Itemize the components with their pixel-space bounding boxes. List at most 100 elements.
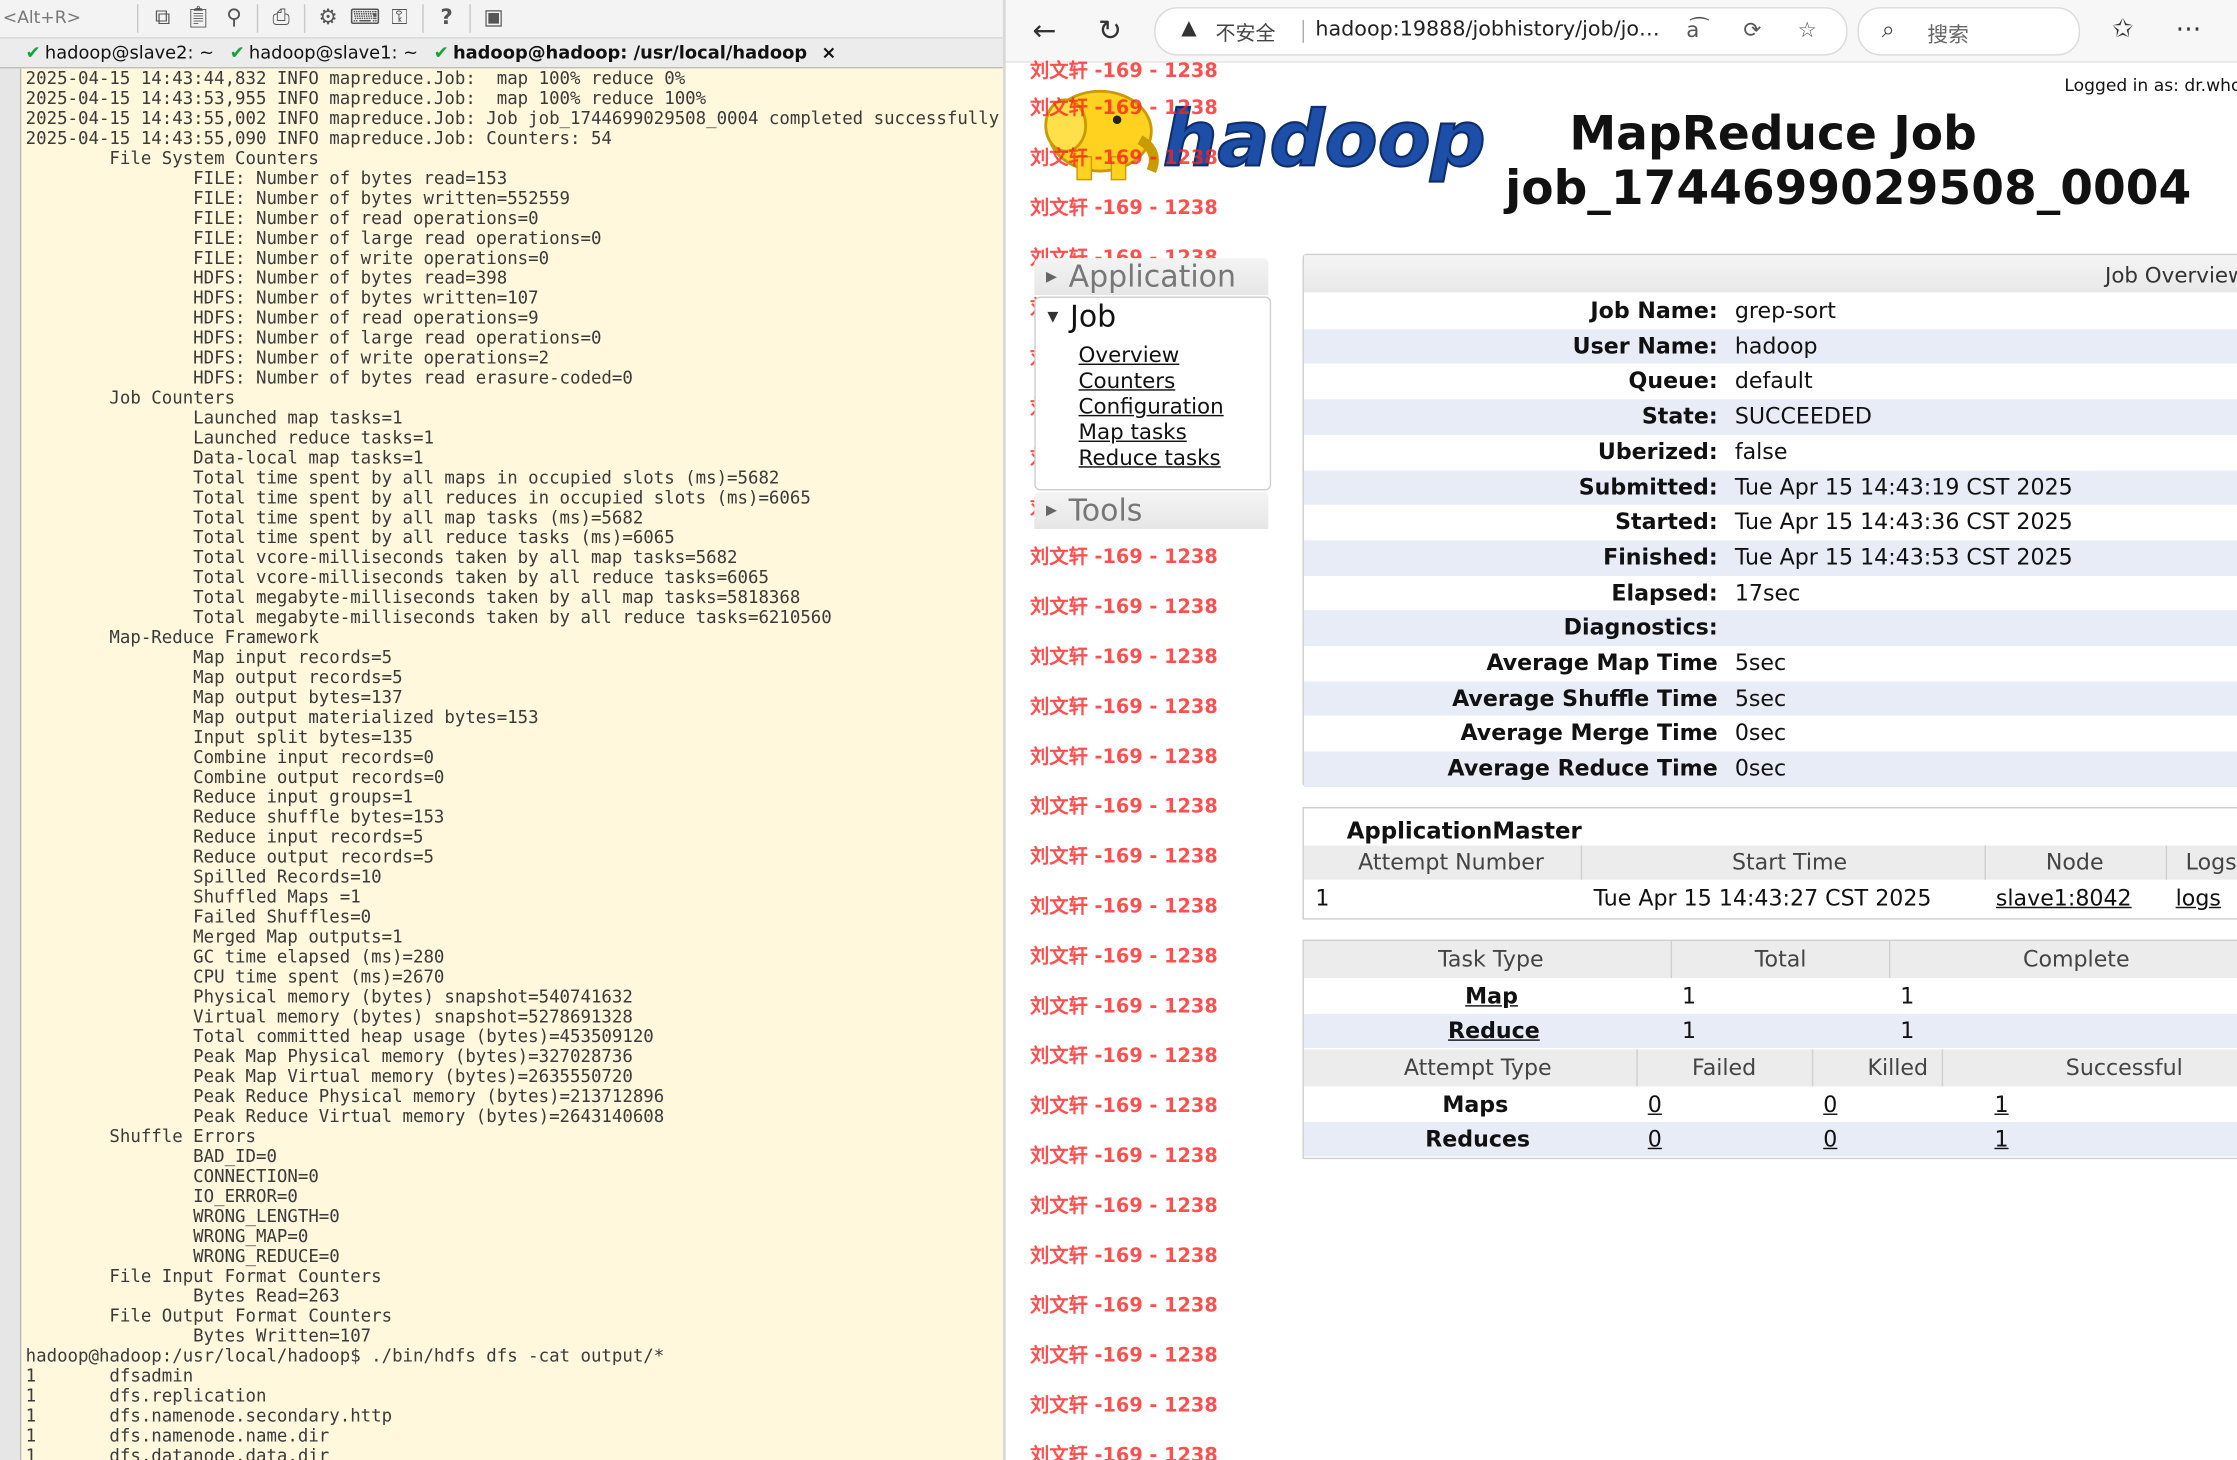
column-header-logs[interactable]: Logs xyxy=(2186,850,2237,876)
task-complete: 1 xyxy=(1900,983,1915,1010)
watermark: 刘文轩 -169 - 1238 xyxy=(1030,146,1218,170)
overview-value: Tue Apr 15 14:43:19 CST 2025 xyxy=(1734,474,2073,500)
watermark: 刘文轩 -169 - 1238 xyxy=(1030,895,1218,919)
nav-application[interactable]: ▶ Application xyxy=(1034,258,1269,296)
favorite-star-icon[interactable]: ☆ xyxy=(1798,17,1817,43)
overview-row: Queue: default xyxy=(1304,364,2237,399)
tab-label: hadoop@slave2: ~ xyxy=(44,41,215,63)
column-divider xyxy=(1670,941,1673,979)
watermark: 刘文轩 -169 - 1238 xyxy=(1030,745,1218,769)
tasks-panel: Task Type Total Complete Map 1 1 Reduce … xyxy=(1302,939,2237,1160)
nav-link-overview[interactable]: Overview xyxy=(1079,342,1180,368)
task-row: Reduce 1 1 xyxy=(1303,1013,2237,1048)
watermark: 刘文轩 -169 - 1238 xyxy=(1030,1045,1218,1068)
overview-row: Uberized: false xyxy=(1304,435,2237,470)
settings-gear-icon[interactable]: ⚙ xyxy=(314,3,343,32)
close-tab-icon[interactable]: × xyxy=(821,41,836,62)
nav-tools[interactable]: ▶ Tools xyxy=(1034,491,1269,529)
job-overview-title: Job Overview xyxy=(2105,262,2237,289)
node-link[interactable]: slave1:8042 xyxy=(1996,885,2132,911)
alt-shortcut-label: <Alt+R> xyxy=(2,7,81,28)
more-menu-icon[interactable]: ⋯ xyxy=(2170,11,2207,48)
tab-slave1[interactable]: ✔ hadoop@slave1: ~ xyxy=(230,38,418,67)
logs-link[interactable]: logs xyxy=(2176,885,2221,911)
watermark: 刘文轩 -169 - 1238 xyxy=(1030,1194,1218,1218)
key-icon[interactable]: ⚿ xyxy=(385,3,414,32)
column-header-task-type: Task Type xyxy=(1438,946,1544,973)
read-aloud-icon[interactable]: a͡ xyxy=(1686,17,1699,43)
reduces-killed-link[interactable]: 0 xyxy=(1823,1126,1837,1152)
column-header-start-time[interactable]: Start Time xyxy=(1732,850,1847,876)
overview-row: State: SUCCEEDED xyxy=(1303,399,2237,435)
copy-icon[interactable]: ⧉ xyxy=(148,3,177,32)
nav-tools-label: Tools xyxy=(1068,493,1143,528)
nav-link-configuration[interactable]: Configuration xyxy=(1079,394,1224,420)
nav-link-reduce-tasks[interactable]: Reduce tasks xyxy=(1079,445,1221,471)
column-header-node[interactable]: Node xyxy=(2046,850,2104,876)
search-box[interactable]: ⌕ 搜索 xyxy=(1857,7,2081,56)
overview-key: Queue: xyxy=(1628,368,1718,395)
watermark: 刘文轩 -169 - 1238 xyxy=(1030,196,1218,220)
nav-link-map-tasks[interactable]: Map tasks xyxy=(1079,419,1187,445)
watermark: 刘文轩 -169 - 1238 xyxy=(1030,1344,1218,1368)
task-type-reduce-link[interactable]: Reduce xyxy=(1448,1018,1540,1044)
favorites-list-icon[interactable]: ✩ xyxy=(2104,11,2141,48)
overview-key: Diagnostics: xyxy=(1563,614,1718,641)
nav-application-label: Application xyxy=(1068,259,1236,294)
toolbar-divider xyxy=(256,4,259,33)
overview-row: Elapsed: 17sec xyxy=(1304,575,2237,610)
address-bar[interactable]: ▲ 不安全 hadoop:19888/jobhistory/job/job_17… xyxy=(1154,7,1848,56)
nav-link-counters[interactable]: Counters xyxy=(1079,368,1176,394)
column-header-complete: Complete xyxy=(2023,946,2130,973)
maps-successful-link[interactable]: 1 xyxy=(1994,1092,2008,1118)
attempt-number-value: 1 xyxy=(1315,885,1330,912)
overview-value: 0sec xyxy=(1734,755,1787,782)
reduces-failed-link[interactable]: 0 xyxy=(1648,1126,1662,1152)
attempt-type-reduces: Reduces xyxy=(1425,1126,1531,1153)
task-type-map-link[interactable]: Map xyxy=(1465,984,1518,1010)
watermark: 刘文轩 -169 - 1238 xyxy=(1030,1394,1218,1418)
overview-value: default xyxy=(1734,368,1813,395)
terminal-output-area[interactable]: 2025-04-15 14:43:44,832 INFO mapreduce.J… xyxy=(21,68,1003,1460)
terminal-output-text: 2025-04-15 14:43:44,832 INFO mapreduce.J… xyxy=(25,68,1000,1460)
toolbar-divider xyxy=(422,4,424,33)
page-title: MapReduce Job xyxy=(1569,105,1977,162)
maps-failed-link[interactable]: 0 xyxy=(1648,1092,1662,1118)
overview-row: User Name: hadoop xyxy=(1303,328,2237,365)
back-arrow-icon[interactable]: ← xyxy=(1026,11,1063,48)
overview-key: Average Reduce Time xyxy=(1447,755,1718,782)
overview-key: State: xyxy=(1641,403,1718,430)
help-icon[interactable]: ? xyxy=(432,3,461,32)
toolbar-divider xyxy=(136,4,139,33)
keyboard-icon[interactable]: ⌨ xyxy=(350,3,381,32)
column-divider xyxy=(1941,1049,1944,1087)
overview-row: Average Map Time 5sec xyxy=(1304,646,2237,681)
print-icon[interactable]: ⎙ xyxy=(267,3,296,32)
tab-slave2[interactable]: ✔ hadoop@slave2: ~ xyxy=(26,38,214,67)
refresh-extension-icon[interactable]: ⟳ xyxy=(1743,17,1761,43)
maps-killed-link[interactable]: 0 xyxy=(1823,1092,1837,1118)
overview-value: 17sec xyxy=(1734,579,1801,606)
task-complete: 1 xyxy=(1900,1018,1915,1044)
column-header-killed: Killed xyxy=(1867,1055,1929,1081)
overview-value: SUCCEEDED xyxy=(1734,403,1872,430)
tab-hadoop[interactable]: ✔ hadoop@hadoop: /usr/local/hadoop × xyxy=(434,38,837,67)
overview-key: Elapsed: xyxy=(1611,579,1718,606)
tab-label: hadoop@slave1: ~ xyxy=(248,41,419,63)
tab-label: hadoop@hadoop: /usr/local/hadoop xyxy=(452,41,808,63)
page-title-job-id: job_1744699029508_0004 xyxy=(1505,159,2192,216)
overview-row: Job Name: grep-sort xyxy=(1304,294,2237,329)
column-header-successful: Successful xyxy=(2065,1055,2183,1081)
column-header-attempt-number[interactable]: Attempt Number xyxy=(1358,850,1544,876)
watermark: 刘文轩 -169 - 1238 xyxy=(1030,945,1218,969)
watermark: 刘文轩 -169 - 1238 xyxy=(1030,59,1218,83)
overview-key: Average Map Time xyxy=(1486,650,1718,676)
terminal-toolbar: <Alt+R> ⧉ 📋︎ ⚲ ⎙ ⚙ ⌨ ⚿ ? ▣ xyxy=(0,0,1003,39)
reduces-successful-link[interactable]: 1 xyxy=(1994,1126,2008,1152)
image-icon[interactable]: ▣ xyxy=(479,3,508,32)
paste-icon[interactable]: 📋︎ xyxy=(184,3,213,32)
nav-job[interactable]: ▼ Job xyxy=(1036,298,1270,335)
reload-icon[interactable]: ↻ xyxy=(1091,11,1128,48)
watermark: 刘文轩 -169 - 1238 xyxy=(1030,845,1218,869)
find-icon[interactable]: ⚲ xyxy=(220,3,249,32)
